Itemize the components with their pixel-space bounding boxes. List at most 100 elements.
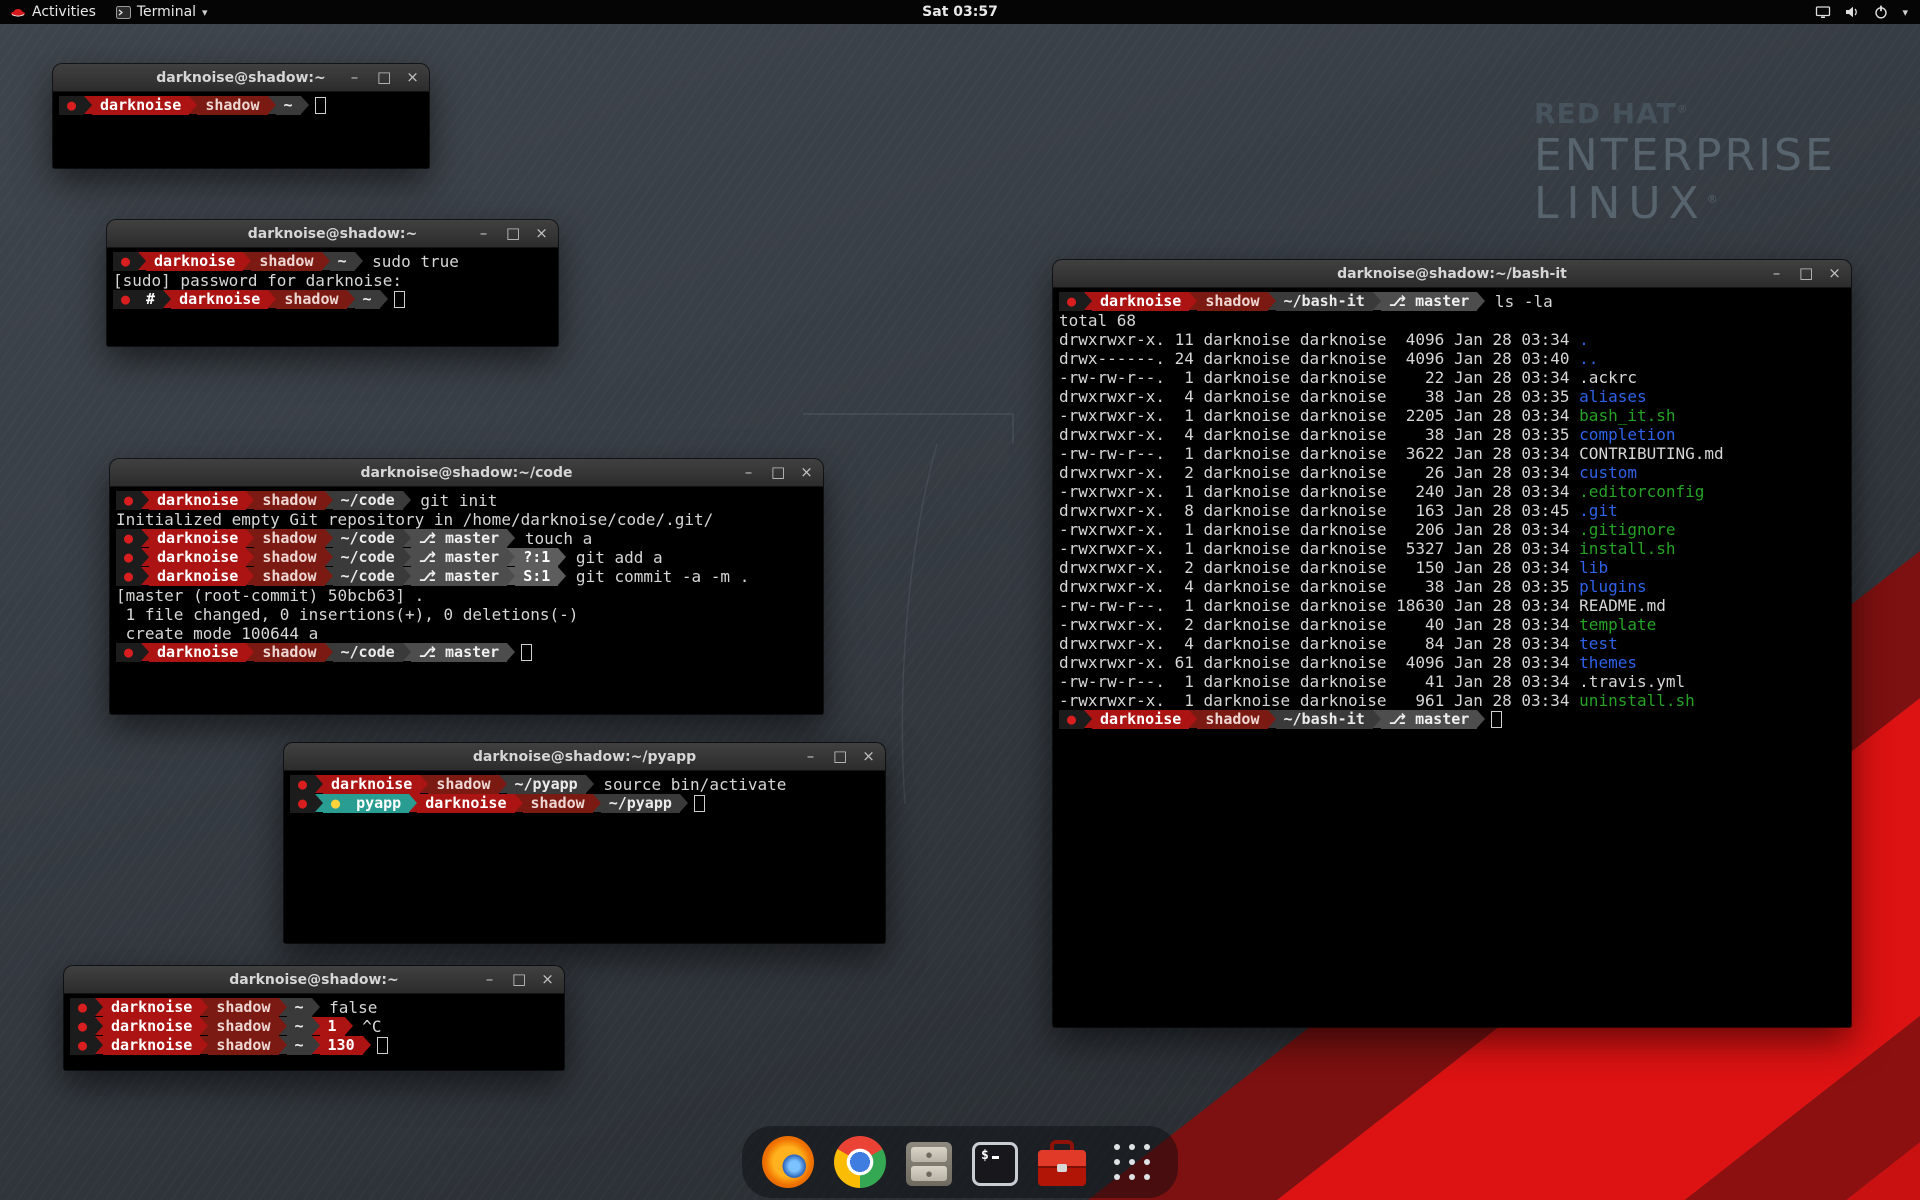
- terminal-content[interactable]: ●darknoiseshadow~/pyapp source bin/activ…: [284, 771, 885, 943]
- powerline-segment: shadow: [251, 252, 321, 271]
- terminal-window-sudo[interactable]: darknoise@shadow:~ – □ × ● darknoise shado…: [107, 220, 558, 346]
- close-button[interactable]: ×: [862, 743, 875, 770]
- powerline-segment: darknoise: [417, 794, 514, 813]
- terminal-content[interactable]: ●darknoiseshadow~/code git initInitializ…: [110, 487, 823, 714]
- powerline-segment: ⎇ master: [411, 548, 508, 567]
- close-button[interactable]: ×: [535, 220, 548, 247]
- powerline-separator: [586, 775, 594, 793]
- top-bar: Activities Terminal ▾ Sat 03:57 ▾: [0, 0, 1920, 24]
- window-titlebar[interactable]: darknoise@shadow:~/bash-it – □ ×: [1053, 260, 1851, 288]
- clock[interactable]: Sat 03:57: [922, 4, 998, 20]
- terminal-content[interactable]: ●darknoiseshadow~ sudo true[sudo] passwo…: [107, 248, 558, 346]
- powerline-separator: [189, 96, 197, 114]
- terminal-window-pyapp[interactable]: darknoise@shadow:~/pyapp – □ × ● darknois…: [284, 743, 885, 943]
- maximize-button[interactable]: □: [377, 64, 390, 91]
- terminal-content[interactable]: ●darknoiseshadow~ false●darknoiseshadow~…: [64, 994, 564, 1070]
- powerline-separator: [515, 794, 523, 812]
- powerline-separator: [325, 567, 333, 585]
- powerline-segment: ~: [330, 252, 355, 271]
- minimize-button[interactable]: –: [477, 220, 490, 247]
- terminal-line: drwxrwxr-x. 4 darknoise darknoise 38 Jan…: [1059, 577, 1851, 596]
- powerline-segment: ●: [116, 548, 141, 567]
- window-titlebar[interactable]: darknoise@shadow:~ – □ ×: [107, 220, 558, 248]
- toolbox-icon[interactable]: [1038, 1150, 1086, 1186]
- terminal-window-home-2[interactable]: darknoise@shadow:~ – □ × ●darknoiseshado…: [64, 966, 564, 1070]
- terminal-line: ●darknoiseshadow~130: [70, 1036, 564, 1055]
- system-status-area[interactable]: ▾: [1815, 0, 1920, 24]
- powerline-separator: [1268, 292, 1276, 310]
- powerline-segment: darknoise: [171, 290, 268, 309]
- powerline-separator: [246, 491, 254, 509]
- terminal-line: -rwxrwxr-x. 1 darknoise darknoise 5327 J…: [1059, 539, 1851, 558]
- maximize-button[interactable]: □: [771, 459, 784, 486]
- powerline-separator: [200, 1017, 208, 1035]
- powerline-segment: darknoise: [149, 567, 246, 586]
- powerline-separator: [200, 1036, 208, 1054]
- powerline-separator: [325, 643, 333, 661]
- terminal-text: drwxrwxr-x. 61 darknoise darknoise 4096 …: [1059, 653, 1579, 672]
- maximize-button[interactable]: □: [833, 743, 846, 770]
- terminal-text: -rwxrwxr-x. 1 darknoise darknoise 2205 J…: [1059, 406, 1579, 425]
- activities-button[interactable]: Activities: [0, 0, 106, 24]
- terminal-text: bash_it.sh: [1579, 406, 1675, 425]
- terminal-icon[interactable]: $: [972, 1142, 1018, 1186]
- terminal-text: drwxrwxr-x. 4 darknoise darknoise 84 Jan…: [1059, 634, 1579, 653]
- redhat-icon: [10, 4, 26, 20]
- maximize-button[interactable]: □: [506, 220, 519, 247]
- rhel-logo-line2: ENTERPRISE: [1534, 134, 1836, 178]
- powerline-segment: 1: [320, 1017, 345, 1036]
- terminal-content[interactable]: ●darknoiseshadow~: [53, 92, 429, 168]
- powerline-separator: [347, 290, 355, 308]
- powerline-segment: ~/code: [333, 548, 403, 567]
- terminal-window-code[interactable]: darknoise@shadow:~/code – □ × ● darknoise…: [110, 459, 823, 714]
- powerline-separator: [403, 643, 411, 661]
- volume-icon: [1844, 4, 1860, 20]
- powerline-segment: shadow: [1197, 710, 1267, 729]
- maximize-button[interactable]: □: [1799, 260, 1812, 287]
- terminal-text: git add a: [566, 548, 662, 567]
- terminal-text: plugins: [1579, 577, 1646, 596]
- maximize-button[interactable]: □: [512, 966, 525, 993]
- terminal-text: false: [320, 998, 378, 1017]
- minimize-button[interactable]: –: [483, 966, 496, 993]
- powerline-segment: shadow: [523, 794, 593, 813]
- power-icon: [1873, 4, 1889, 20]
- app-menu[interactable]: Terminal ▾: [106, 0, 218, 24]
- powerline-segment: ●: [290, 775, 315, 794]
- minimize-button[interactable]: –: [742, 459, 755, 486]
- powerline-separator: [507, 548, 515, 566]
- close-button[interactable]: ×: [541, 966, 554, 993]
- terminal-text: git commit -a -m .: [566, 567, 749, 586]
- minimize-button[interactable]: –: [804, 743, 817, 770]
- terminal-text: ..: [1579, 349, 1598, 368]
- terminal-line: [sudo] password for darknoise:: [113, 271, 558, 290]
- chrome-icon[interactable]: [834, 1136, 886, 1188]
- powerline-separator: [593, 794, 601, 812]
- powerline-segment: shadow: [254, 567, 324, 586]
- window-titlebar[interactable]: darknoise@shadow:~/pyapp – □ ×: [284, 743, 885, 771]
- terminal-line: drwxrwxr-x. 4 darknoise darknoise 84 Jan…: [1059, 634, 1851, 653]
- terminal-line: -rwxrwxr-x. 1 darknoise darknoise 206 Ja…: [1059, 520, 1851, 539]
- terminal-line: -rw-rw-r--. 1 darknoise darknoise 22 Jan…: [1059, 368, 1851, 387]
- window-titlebar[interactable]: darknoise@shadow:~ – □ ×: [53, 64, 429, 92]
- powerline-separator: [1268, 710, 1276, 728]
- powerline-segment: ●: [113, 252, 138, 271]
- chevron-down-icon: ▾: [202, 6, 208, 19]
- powerline-segment: shadow: [208, 1036, 278, 1055]
- files-icon[interactable]: [906, 1142, 952, 1186]
- show-applications-icon[interactable]: [1106, 1136, 1158, 1188]
- terminal-window-home-1[interactable]: darknoise@shadow:~ – □ × ●darknoiseshado…: [53, 64, 429, 168]
- window-titlebar[interactable]: darknoise@shadow:~ – □ ×: [64, 966, 564, 994]
- minimize-button[interactable]: –: [1770, 260, 1783, 287]
- firefox-icon[interactable]: [762, 1136, 814, 1188]
- powerline-segment: ⎇ master: [411, 529, 508, 548]
- window-titlebar[interactable]: darknoise@shadow:~/code – □ ×: [110, 459, 823, 487]
- close-button[interactable]: ×: [800, 459, 813, 486]
- terminal-text: drwxrwxr-x. 8 darknoise darknoise 163 Ja…: [1059, 501, 1579, 520]
- close-button[interactable]: ×: [406, 64, 419, 91]
- terminal-content[interactable]: ●darknoiseshadow~/bash-it⎇ master ls -la…: [1053, 288, 1851, 1027]
- terminal-window-bash-it[interactable]: darknoise@shadow:~/bash-it – □ × ●darkno…: [1053, 260, 1851, 1027]
- terminal-line: ●darknoiseshadow~/code⎇ masterS:1 git co…: [116, 567, 823, 586]
- minimize-button[interactable]: –: [348, 64, 361, 91]
- close-button[interactable]: ×: [1828, 260, 1841, 287]
